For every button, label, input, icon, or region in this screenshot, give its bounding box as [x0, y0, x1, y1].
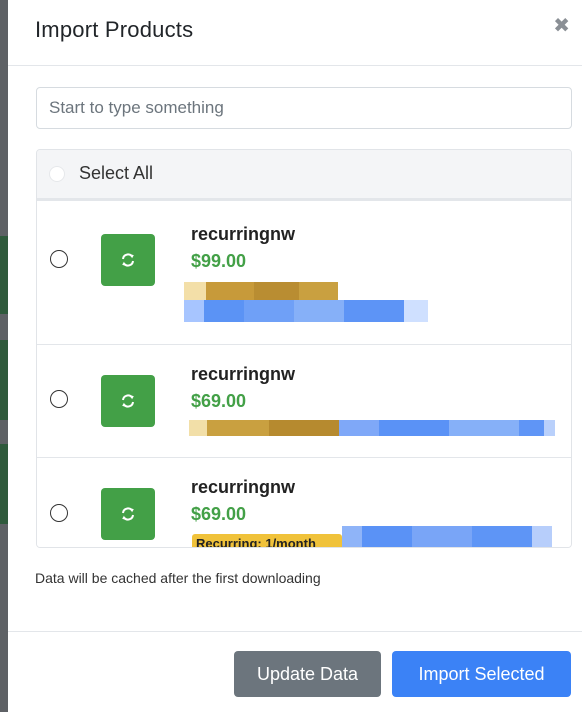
import-products-modal: Import Products ✖ Select All recurringnw…	[8, 0, 582, 712]
modal-header: Import Products ✖	[8, 0, 582, 66]
refresh-icon	[122, 394, 134, 408]
search-input[interactable]	[36, 87, 572, 129]
product-row[interactable]: recurringnw $69.00	[37, 345, 571, 458]
select-all-row[interactable]: Select All	[37, 150, 571, 201]
backdrop-block	[0, 444, 8, 524]
redacted-text	[184, 300, 428, 322]
product-name: recurringnw	[191, 224, 296, 244]
sync-button[interactable]	[101, 234, 155, 286]
product-price: $69.00	[191, 504, 247, 524]
cache-note: Data will be cached after the first down…	[35, 570, 321, 586]
redacted-badge	[184, 282, 338, 300]
import-selected-button[interactable]: Import Selected	[392, 651, 571, 697]
select-all-radio[interactable]	[49, 166, 65, 182]
close-icon[interactable]: ✖	[553, 16, 570, 36]
product-list: Select All recurringnw $99.00 recurringn…	[36, 149, 572, 548]
product-radio[interactable]	[50, 390, 68, 408]
product-radio[interactable]	[50, 504, 68, 522]
product-name: recurringnw	[191, 477, 296, 497]
redacted-text	[189, 420, 555, 436]
redacted-text	[342, 526, 552, 547]
product-radio[interactable]	[50, 250, 68, 268]
product-price: $69.00	[191, 391, 247, 411]
update-data-button[interactable]: Update Data	[234, 651, 381, 697]
backdrop-block	[0, 340, 8, 420]
product-row[interactable]: recurringnw $99.00	[37, 204, 571, 345]
sync-button[interactable]	[101, 488, 155, 540]
sync-button[interactable]	[101, 375, 155, 427]
recurring-badge: Recurring: 1/month	[192, 534, 342, 547]
modal-title: Import Products	[35, 17, 194, 42]
product-price: $99.00	[191, 251, 247, 271]
select-all-label: Select All	[79, 163, 154, 183]
modal-footer: Update Data Import Selected	[8, 631, 582, 712]
product-name: recurringnw	[191, 364, 296, 384]
refresh-icon	[122, 507, 134, 521]
page-backdrop	[0, 0, 8, 712]
refresh-icon	[122, 253, 134, 267]
product-row[interactable]: recurringnw $69.00 Recurring: 1/month	[37, 458, 571, 547]
backdrop-block	[0, 236, 8, 314]
